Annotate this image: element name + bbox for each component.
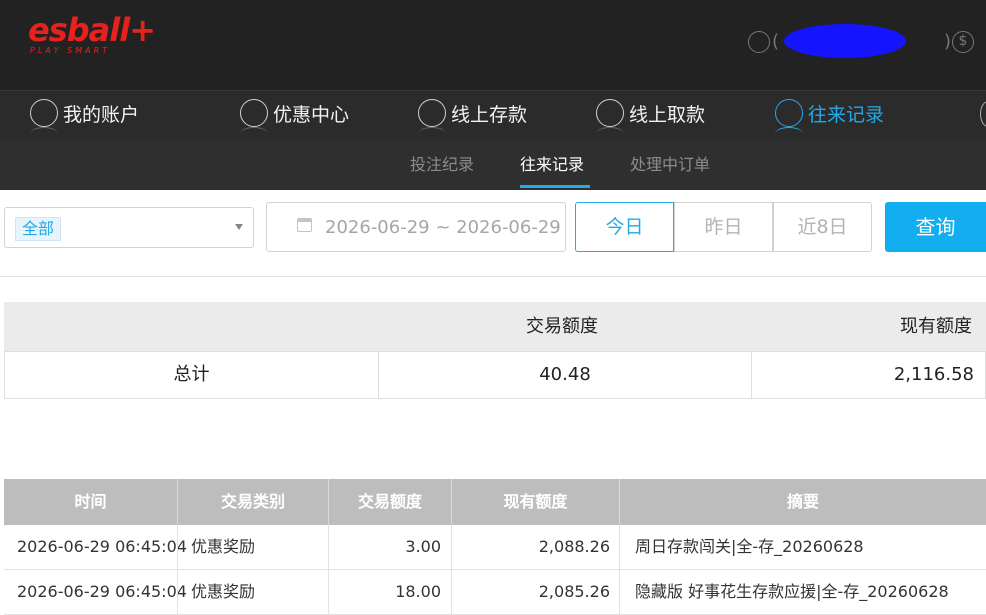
- cell-divider: [177, 570, 178, 615]
- main-nav: 我的账户 优惠中心 线上存款 线上取款 往来记录: [0, 90, 986, 140]
- nav-more-icon[interactable]: [980, 101, 986, 127]
- nav-my-account[interactable]: 我的账户: [30, 91, 160, 141]
- summary-header-balance: 现有额度: [900, 316, 972, 337]
- nav-icon-ring: [775, 127, 803, 141]
- cell-divider: [177, 525, 178, 570]
- cell-time: 2026-06-29 06:45:04: [17, 537, 187, 556]
- header-summary: 摘要: [786, 492, 819, 511]
- tab-transaction-records[interactable]: 往来记录: [520, 154, 584, 176]
- summary-transaction-amount: 40.48: [539, 364, 591, 385]
- divider: [0, 276, 986, 277]
- header-balance: 现有额度: [503, 492, 568, 511]
- paren-right: ): [944, 31, 952, 52]
- withdraw-icon: [596, 99, 624, 127]
- paren-left: (: [772, 31, 780, 52]
- cell-balance: 2,088.26: [538, 537, 610, 556]
- records-icon: [775, 99, 803, 127]
- nav-records[interactable]: 往来记录: [775, 91, 905, 141]
- nav-icon-ring: [240, 127, 268, 141]
- range-last8days-button[interactable]: 近8日: [773, 202, 872, 252]
- summary-total-label: 总计: [173, 364, 210, 385]
- cell-balance: 2,085.26: [538, 582, 610, 601]
- search-button[interactable]: 查询: [885, 202, 986, 252]
- cell-divider: [619, 570, 620, 615]
- cell-amount: 18.00: [395, 582, 441, 601]
- nav-icon-ring: [596, 127, 624, 141]
- nav-icon-ring: [30, 127, 58, 141]
- calendar-icon: [297, 218, 312, 232]
- user-icon: [30, 99, 58, 127]
- header-time: 时间: [74, 492, 107, 511]
- user-icon[interactable]: [748, 31, 770, 53]
- nav-withdraw[interactable]: 线上取款: [596, 91, 726, 141]
- cell-summary: 周日存款闯关|全-存_20260628: [635, 537, 864, 556]
- table-row: 2026-06-29 06:45:04 优惠奖励 18.00 2,085.26 …: [4, 570, 986, 615]
- type-selected-chip: 全部: [15, 217, 62, 241]
- sub-nav: 投注纪录 往来记录 处理中订单: [0, 140, 986, 190]
- tab-bet-records[interactable]: 投注纪录: [410, 154, 474, 176]
- cell-type: 优惠奖励: [191, 582, 256, 601]
- active-tab-indicator: [520, 185, 590, 188]
- cell-summary: 隐藏版 好事花生存款应援|全-存_20260628: [635, 582, 949, 601]
- date-range-text: 2026-06-29 ~ 2026-06-29: [325, 217, 561, 238]
- date-range-input[interactable]: 2026-06-29 ~ 2026-06-29: [266, 202, 566, 252]
- header-type: 交易类别: [220, 492, 285, 511]
- summary-header: 交易额度 现有额度: [4, 302, 986, 351]
- type-select[interactable]: 全部: [4, 207, 254, 248]
- range-yesterday-button[interactable]: 昨日: [674, 202, 773, 252]
- logo-text: esball+: [28, 11, 156, 49]
- nav-label: 线上取款: [629, 104, 706, 126]
- chevron-down-icon: [235, 224, 243, 230]
- redacted-username: [784, 24, 906, 58]
- nav-deposit[interactable]: 线上存款: [418, 91, 548, 141]
- nav-label: 我的账户: [63, 104, 140, 126]
- deposit-icon: [418, 99, 446, 127]
- table-row: 2026-06-29 06:45:04 优惠奖励 3.00 2,088.26 周…: [4, 525, 986, 570]
- nav-icon-ring: [418, 127, 446, 141]
- summary-header-amount: 交易额度: [526, 316, 598, 337]
- nav-label: 优惠中心: [273, 104, 350, 126]
- logo-tagline: PLAY SMART: [30, 46, 111, 55]
- top-bar: esball+ PLAY SMART ( ) $: [0, 0, 986, 90]
- cell-amount: 3.00: [405, 537, 441, 556]
- nav-label: 线上存款: [451, 104, 528, 126]
- cell-divider: [619, 525, 620, 570]
- tab-pending-orders[interactable]: 处理中订单: [630, 154, 710, 176]
- cell-time: 2026-06-29 06:45:04: [17, 582, 187, 601]
- cell-type: 优惠奖励: [191, 537, 256, 556]
- esball-logo[interactable]: esball+ PLAY SMART: [28, 12, 156, 60]
- summary-row: 总计 40.48 2,116.58: [4, 351, 986, 399]
- nav-promotions[interactable]: 优惠中心: [240, 91, 370, 141]
- gift-icon: [240, 99, 268, 127]
- dollar-icon[interactable]: $: [952, 31, 974, 53]
- header-amount: 交易额度: [357, 492, 422, 511]
- user-area: ( ) $: [748, 24, 986, 58]
- range-today-button[interactable]: 今日: [575, 202, 674, 252]
- nav-label: 往来记录: [808, 104, 885, 126]
- summary-current-balance: 2,116.58: [893, 364, 974, 385]
- records-header: 时间 交易类别 交易额度 现有额度 摘要: [4, 479, 986, 525]
